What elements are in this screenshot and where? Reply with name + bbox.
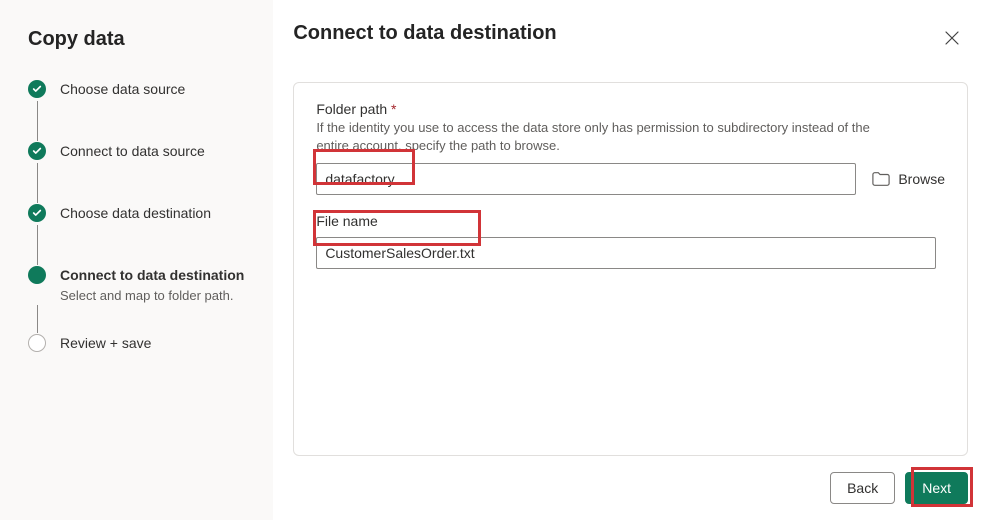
folder-path-input[interactable] — [316, 163, 856, 195]
folder-path-label: Folder path * — [316, 101, 945, 117]
next-button[interactable]: Next — [905, 472, 968, 504]
step-connector — [37, 305, 38, 333]
step-choose-data-source[interactable]: Choose data source — [28, 79, 255, 101]
step-list: Choose data source Connect to data sourc… — [28, 79, 255, 355]
step-connector — [37, 163, 38, 203]
file-name-input[interactable] — [316, 237, 936, 269]
folder-path-help: If the identity you use to access the da… — [316, 119, 876, 155]
browse-button[interactable]: Browse — [872, 171, 945, 187]
checkmark-icon — [28, 80, 46, 98]
step-connect-to-data-destination[interactable]: Connect to data destination Select and m… — [28, 265, 255, 305]
step-sublabel: Select and map to folder path. — [60, 287, 255, 305]
main-panel: Connect to data destination Folder path … — [273, 0, 996, 520]
current-step-icon — [28, 266, 46, 284]
checkmark-icon — [28, 142, 46, 160]
file-name-field: File name — [316, 213, 945, 269]
step-choose-data-destination[interactable]: Choose data destination — [28, 203, 255, 225]
step-label: Choose data destination — [60, 205, 211, 221]
pending-step-icon — [28, 334, 46, 352]
checkmark-icon — [28, 204, 46, 222]
folder-path-field: Folder path * If the identity you use to… — [316, 101, 945, 195]
step-label: Connect to data destination — [60, 267, 244, 283]
footer-actions: Back Next — [293, 456, 968, 504]
browse-label: Browse — [898, 171, 945, 187]
close-button[interactable] — [936, 22, 968, 54]
required-indicator: * — [391, 101, 396, 117]
step-label: Review + save — [60, 335, 151, 351]
step-label: Connect to data source — [60, 143, 205, 159]
form-card: Folder path * If the identity you use to… — [293, 82, 968, 456]
close-icon — [944, 30, 960, 46]
step-connect-to-data-source[interactable]: Connect to data source — [28, 141, 255, 163]
step-review-save[interactable]: Review + save — [28, 333, 255, 355]
panel-title: Connect to data destination — [293, 22, 556, 45]
folder-icon — [872, 171, 890, 187]
step-label: Choose data source — [60, 81, 185, 97]
wizard-sidebar: Copy data Choose data source Connect to … — [0, 0, 273, 520]
step-connector — [37, 101, 38, 141]
file-name-label: File name — [316, 213, 945, 229]
step-connector — [37, 225, 38, 265]
wizard-title: Copy data — [28, 28, 255, 51]
back-button[interactable]: Back — [830, 472, 895, 504]
